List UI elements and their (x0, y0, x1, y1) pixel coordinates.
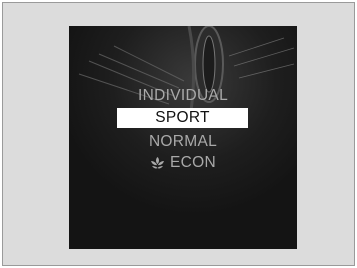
leaf-icon (151, 157, 164, 169)
mode-label: ECON (170, 154, 216, 171)
mode-label: NORMAL (148, 133, 218, 150)
figure-frame: INDIVIDUAL SPORT NORMAL ECON (2, 2, 355, 266)
mode-option-normal[interactable]: NORMAL (69, 132, 297, 152)
mode-label: SPORT (155, 109, 210, 126)
drive-mode-screen: INDIVIDUAL SPORT NORMAL ECON (69, 26, 297, 249)
mode-option-econ[interactable]: ECON (69, 153, 297, 173)
mode-option-individual[interactable]: INDIVIDUAL (69, 86, 297, 106)
mode-label: INDIVIDUAL (138, 87, 228, 104)
mode-option-sport[interactable]: SPORT (117, 108, 248, 128)
